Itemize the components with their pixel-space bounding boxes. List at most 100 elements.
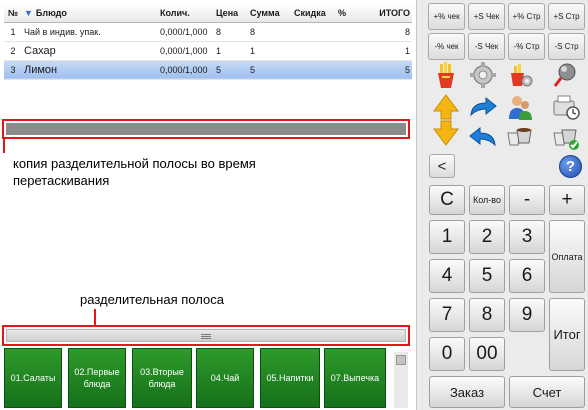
redo-arrow-icon[interactable] — [466, 92, 500, 122]
row-dish: Лимон — [22, 60, 158, 80]
annotation-drag-copy-line1: копия разделительной полосы во время — [13, 156, 256, 171]
row-num: 3 — [4, 60, 22, 80]
digit-2-key[interactable]: 2 — [469, 220, 505, 254]
table-row[interactable]: 1 Чай в индив. упак. 0,000/1,000 8 8 8 — [4, 22, 412, 42]
col-dish-label: Блюдо — [35, 7, 67, 18]
gear-icon[interactable] — [466, 60, 500, 90]
row-qty: 0,000/1,000 — [158, 41, 214, 61]
digit-3-key[interactable]: 3 — [509, 220, 545, 254]
row-dish: Чай в индив. упак. — [22, 22, 158, 42]
category-button-salads[interactable]: 01.Салаты — [4, 348, 62, 408]
digit-9-key[interactable]: 9 — [509, 298, 545, 332]
category-button-first-courses[interactable]: 02.Первые блюда — [68, 348, 126, 408]
col-num-header[interactable]: № — [4, 4, 22, 23]
row-qty: 0,000/1,000 — [158, 60, 214, 80]
digit-0-key[interactable]: 0 — [429, 337, 465, 371]
bill-key[interactable]: Счет — [509, 376, 585, 408]
table-row-selected[interactable]: 3 Лимон 0,000/1,000 5 5 5 — [4, 60, 412, 80]
splitter-bar[interactable] — [6, 329, 406, 342]
row-percent — [336, 60, 354, 80]
row-sum: 5 — [248, 60, 292, 80]
table-header: № ▼ Блюдо Колич. Цена Сумма Скидка % ИТОГ… — [4, 4, 412, 23]
undo-arrow-icon[interactable] — [466, 122, 500, 152]
col-percent-header[interactable]: % — [336, 4, 354, 23]
col-total-header[interactable]: ИТОГО — [354, 4, 412, 23]
sub-sum-line-button[interactable]: -S Стр — [548, 33, 585, 60]
digit-5-key[interactable]: 5 — [469, 259, 505, 293]
category-button-drinks[interactable]: 05.Напитки — [260, 348, 320, 408]
fries-icon[interactable] — [429, 60, 463, 90]
coffee-cups-icon[interactable] — [503, 122, 537, 152]
digit-00-key[interactable]: 00 — [469, 337, 505, 371]
category-button-main-courses[interactable]: 03.Вторые блюда — [132, 348, 192, 408]
row-total: 1 — [354, 41, 412, 61]
annotation-divider-label: разделительная полоса — [80, 292, 224, 307]
annotation-drag-copy-line2: перетаскивания — [13, 173, 110, 188]
sort-dish-icon: ▼ — [24, 7, 33, 18]
order-key[interactable]: Заказ — [429, 376, 505, 408]
order-panel: № ▼ Блюдо Колич. Цена Сумма Скидка % ИТОГ… — [0, 0, 416, 410]
annotation-divider-pointer — [94, 309, 96, 326]
row-discount — [292, 22, 336, 42]
order-table: № ▼ Блюдо Колич. Цена Сумма Скидка % ИТОГ… — [4, 4, 412, 80]
control-panel: +% чек +S Чек +% Стр +S Стр -% чек -S Че… — [416, 0, 588, 410]
row-percent — [336, 22, 354, 42]
digit-1-key[interactable]: 1 — [429, 220, 465, 254]
row-sum: 1 — [248, 41, 292, 61]
digit-7-key[interactable]: 7 — [429, 298, 465, 332]
table-row[interactable]: 2 Сахар 0,000/1,000 1 1 1 — [4, 41, 412, 61]
row-price: 8 — [214, 22, 248, 42]
col-sum-header[interactable]: Сумма — [248, 4, 292, 23]
sub-percent-line-button[interactable]: -% Стр — [508, 33, 545, 60]
row-num: 2 — [4, 41, 22, 61]
fries-settings-icon[interactable] — [503, 60, 537, 90]
total-key[interactable]: Итог — [549, 298, 585, 371]
digit-6-key[interactable]: 6 — [509, 259, 545, 293]
printer-settings-icon[interactable] — [549, 92, 583, 122]
row-price: 5 — [214, 60, 248, 80]
clear-key[interactable]: C — [429, 185, 465, 215]
scrollbar-thumb[interactable] — [396, 355, 406, 365]
pay-key[interactable]: Оплата — [549, 220, 585, 293]
row-total: 5 — [354, 60, 412, 80]
col-qty-header[interactable]: Колич. — [158, 4, 214, 23]
back-button[interactable]: < — [429, 154, 455, 178]
digit-4-key[interactable]: 4 — [429, 259, 465, 293]
add-sum-line-button[interactable]: +S Стр — [548, 3, 585, 30]
grip-icon — [201, 333, 211, 339]
add-percent-check-button[interactable]: +% чек — [428, 3, 465, 30]
row-num: 1 — [4, 22, 22, 42]
digit-8-key[interactable]: 8 — [469, 298, 505, 332]
col-price-header[interactable]: Цена — [214, 4, 248, 23]
waiters-icon[interactable] — [503, 92, 537, 122]
plus-key[interactable]: + — [549, 185, 585, 215]
row-dish: Сахар — [22, 41, 158, 61]
quantity-key[interactable]: Кол-во — [469, 185, 505, 215]
splitter-divider[interactable] — [2, 325, 410, 346]
minus-key[interactable]: - — [509, 185, 545, 215]
row-qty: 0,000/1,000 — [158, 22, 214, 42]
sub-sum-check-button[interactable]: -S Чек — [468, 33, 505, 60]
row-sum: 8 — [248, 22, 292, 42]
cups-check-icon[interactable] — [549, 122, 583, 152]
divider-drag-copy — [2, 119, 410, 139]
category-button-tea[interactable]: 04.Чай — [196, 348, 254, 408]
move-updown-arrows-icon[interactable] — [429, 92, 463, 148]
col-discount-header[interactable]: Скидка — [292, 4, 336, 23]
category-bar: 01.Салаты 02.Первые блюда 03.Вторые блюд… — [4, 348, 414, 408]
col-dish-header[interactable]: ▼ Блюдо — [22, 4, 158, 23]
row-price: 1 — [214, 41, 248, 61]
add-percent-line-button[interactable]: +% Стр — [508, 3, 545, 30]
row-percent — [336, 41, 354, 61]
row-total: 8 — [354, 22, 412, 42]
help-icon[interactable]: ? — [559, 155, 582, 178]
add-sum-check-button[interactable]: +S Чек — [468, 3, 505, 30]
row-discount — [292, 60, 336, 80]
pin-icon[interactable] — [549, 60, 583, 90]
annotation-pointer-line — [3, 139, 5, 153]
sub-percent-check-button[interactable]: -% чек — [428, 33, 465, 60]
category-button-pastry[interactable]: 07.Выпечка — [324, 348, 386, 408]
divider-drag-copy-bar — [6, 123, 406, 135]
row-discount — [292, 41, 336, 61]
category-scrollbar[interactable] — [394, 352, 408, 408]
